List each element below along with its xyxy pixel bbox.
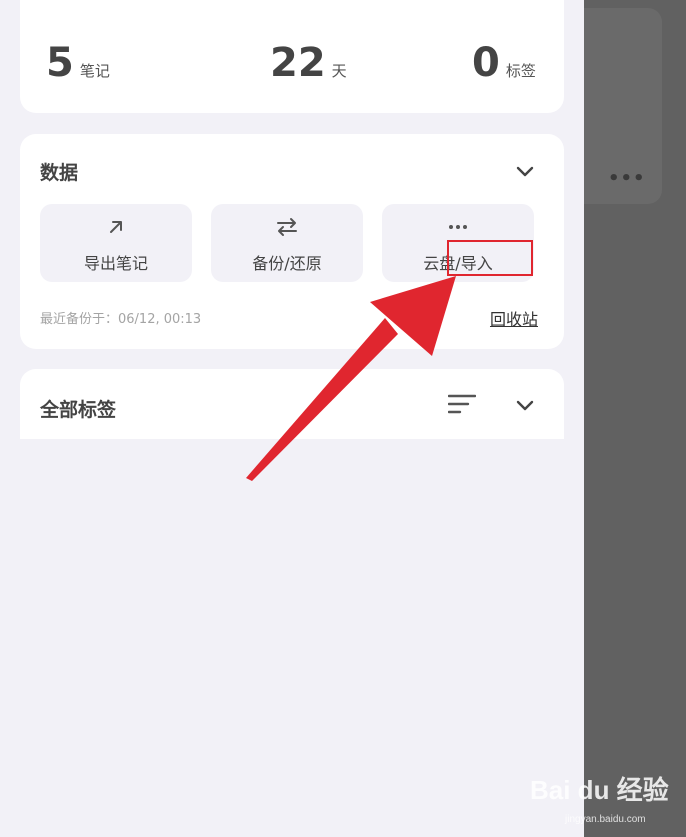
watermark-logo: Bai du 经验	[530, 775, 669, 805]
annotation-arrow	[246, 276, 456, 481]
watermark-url: jingyan.baidu.com	[565, 814, 646, 825]
